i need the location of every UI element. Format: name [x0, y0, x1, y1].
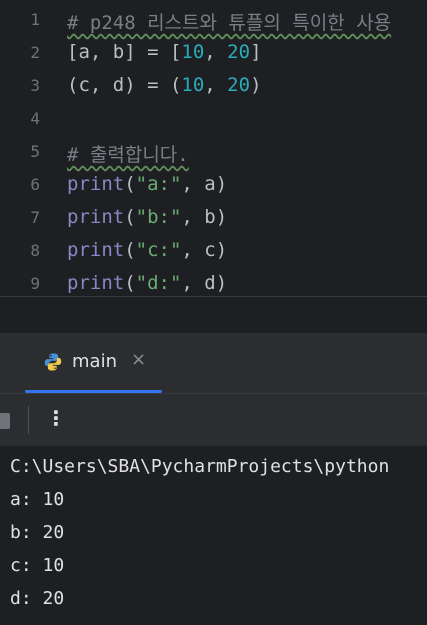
line-number: 8	[30, 241, 40, 260]
line-number-gutter: 1 2 3 4 5 6 7 8 9	[0, 0, 56, 296]
code-line-2[interactable]: [a, b] = [10, 20]	[67, 41, 262, 63]
code-line-9[interactable]: print("d:", d)	[67, 272, 227, 294]
console-line: a: 10	[10, 489, 65, 510]
string-token: "c:"	[135, 239, 182, 261]
string-token: "a:"	[135, 173, 182, 195]
line-number: 7	[30, 208, 40, 227]
line-number: 4	[30, 109, 40, 128]
code-token: , b)	[181, 206, 228, 228]
close-icon[interactable]: ×	[131, 349, 146, 370]
string-token: "b:"	[135, 206, 182, 228]
stop-icon[interactable]	[0, 413, 10, 429]
code-token: ,	[204, 74, 228, 96]
number-token: 10	[181, 41, 205, 63]
line-number: 2	[30, 43, 40, 62]
code-token: (c, d) = (	[67, 74, 182, 96]
toolbar-divider	[28, 406, 29, 434]
code-line-1[interactable]: # p248 리스트와 튜플의 특이한 사용	[67, 8, 391, 35]
editor-status-area	[0, 296, 427, 333]
code-token: (	[124, 173, 136, 195]
run-tab-main[interactable]: main ×	[25, 333, 162, 393]
number-token: 20	[227, 41, 251, 63]
code-token: [a, b] = [	[67, 41, 182, 63]
line-number: 9	[30, 274, 40, 293]
string-token: "d:"	[135, 272, 182, 294]
console-line: c: 10	[10, 555, 65, 576]
line-number: 5	[30, 142, 40, 161]
console-line: d: 20	[10, 588, 65, 609]
builtin-token: print	[67, 239, 125, 261]
code-token: (	[124, 206, 136, 228]
code-token: , a)	[181, 173, 228, 195]
run-tab-label: main	[72, 351, 117, 372]
console-line: C:\Users\SBA\PycharmProjects\python	[10, 456, 390, 477]
code-token: , c)	[181, 239, 228, 261]
code-line-3[interactable]: (c, d) = (10, 20)	[67, 74, 262, 96]
code-line-8[interactable]: print("c:", c)	[67, 239, 227, 261]
code-editor[interactable]: 1 2 3 4 5 6 7 8 9 # p248 리스트와 튜플의 특이한 사용…	[0, 0, 427, 296]
code-token: ]	[250, 41, 262, 63]
line-number: 3	[30, 76, 40, 95]
code-token: )	[250, 74, 262, 96]
builtin-token: print	[67, 206, 125, 228]
code-line-7[interactable]: print("b:", b)	[67, 206, 227, 228]
line-number: 1	[30, 10, 40, 29]
console-line: b: 20	[10, 522, 65, 543]
number-token: 20	[227, 74, 251, 96]
code-token: ,	[204, 41, 228, 63]
comment-text: # 출력합니다.	[67, 144, 189, 166]
more-options-icon[interactable]: ⋮	[46, 406, 66, 430]
code-token: , d)	[181, 272, 228, 294]
code-token: (	[124, 239, 136, 261]
comment-text: # p248 리스트와 튜플의 특이한 사용	[67, 12, 392, 34]
builtin-token: print	[67, 173, 125, 195]
code-token: (	[124, 272, 136, 294]
line-number: 6	[30, 175, 40, 194]
code-line-6[interactable]: print("a:", a)	[67, 173, 227, 195]
code-line-5[interactable]: # 출력합니다.	[67, 140, 189, 167]
run-tool-window: main × ⋮ C:\Users\SBA\PycharmProjects\py…	[0, 333, 427, 625]
console-output[interactable]: C:\Users\SBA\PycharmProjects\python a: 1…	[0, 446, 427, 625]
run-toolbar: ⋮	[0, 393, 427, 447]
run-tab-bar: main ×	[0, 333, 427, 393]
builtin-token: print	[67, 272, 125, 294]
number-token: 10	[181, 74, 205, 96]
python-icon	[44, 353, 62, 371]
